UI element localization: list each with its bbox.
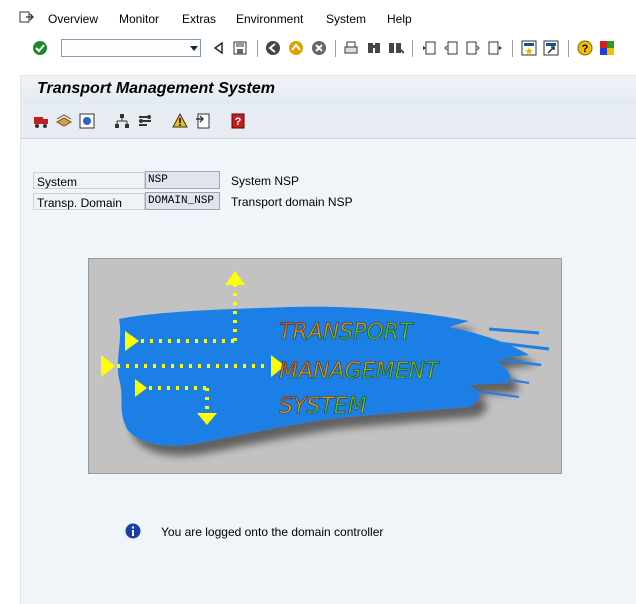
transport-domain-field[interactable]: DOMAIN_NSP [145,192,220,210]
toolbar-separator [335,40,336,57]
toolbar-separator [257,40,258,57]
logo-line-transport: TRANSPORT [279,320,414,345]
menu-system[interactable]: System [326,12,366,26]
previous-page-icon[interactable] [443,40,459,56]
menu-monitor[interactable]: Monitor [119,12,159,26]
logo-line-management: MANAGEMENT [279,359,440,384]
next-page-icon[interactable] [465,40,481,56]
enter-check-icon[interactable] [32,40,48,56]
main-content: Transport Management System ? System NSP… [20,75,636,604]
back-icon[interactable] [265,40,281,56]
last-page-icon[interactable] [487,40,503,56]
title-bar: Transport Management System [21,76,636,104]
page-title: Transport Management System [37,80,275,97]
menu-exit-icon[interactable] [18,9,34,25]
system-description: System NSP [231,174,300,188]
help-book-icon[interactable]: ? [230,113,246,129]
menu-help[interactable]: Help [387,12,412,26]
svg-text:?: ? [235,116,242,128]
svg-text:?: ? [582,43,589,55]
import-queue-icon[interactable] [195,113,211,129]
shortcut-icon[interactable] [543,40,559,56]
find-icon[interactable] [366,40,382,56]
transport-domain-description: Transport domain NSP [231,195,353,209]
info-icon [125,523,141,539]
status-message: You are logged onto the domain controlle… [161,525,384,539]
standard-toolbar: ? [0,36,636,62]
help-icon[interactable]: ? [577,40,593,56]
command-field[interactable] [61,39,201,57]
transport-domain-label: Transp. Domain [33,193,145,210]
toolbar-separator [568,40,569,57]
tms-logo: TRANSPORT MANAGEMENT SYSTEM [88,258,562,474]
connections-icon[interactable] [137,113,153,129]
tms-logo-graphic: TRANSPORT MANAGEMENT SYSTEM [101,271,550,446]
toolbar-separator [412,40,413,57]
back-triangle-icon[interactable] [211,40,227,56]
truck-icon[interactable] [33,113,49,129]
transport-routes-icon[interactable] [56,113,72,129]
chevron-down-icon[interactable] [187,41,201,55]
print-icon[interactable] [343,40,359,56]
menu-extras[interactable]: Extras [182,12,216,26]
system-label: System [33,172,145,189]
hierarchy-icon[interactable] [114,113,130,129]
display-icon[interactable] [79,113,95,129]
layout-menu-icon[interactable] [599,40,615,56]
toolbar-separator [512,40,513,57]
menu-environment[interactable]: Environment [236,12,303,26]
system-field[interactable]: NSP [145,171,220,189]
menu-overview[interactable]: Overview [48,12,98,26]
menu-bar: Overview Monitor Extras Environment Syst… [0,0,636,36]
application-toolbar: ? [21,104,636,139]
first-page-icon[interactable] [421,40,437,56]
logo-line-system: SYSTEM [279,394,367,419]
create-session-icon[interactable] [521,40,537,56]
exit-icon[interactable] [288,40,304,56]
alert-monitor-icon[interactable] [172,113,188,129]
save-icon[interactable] [232,40,248,56]
find-next-icon[interactable] [388,40,404,56]
cancel-icon[interactable] [311,40,327,56]
